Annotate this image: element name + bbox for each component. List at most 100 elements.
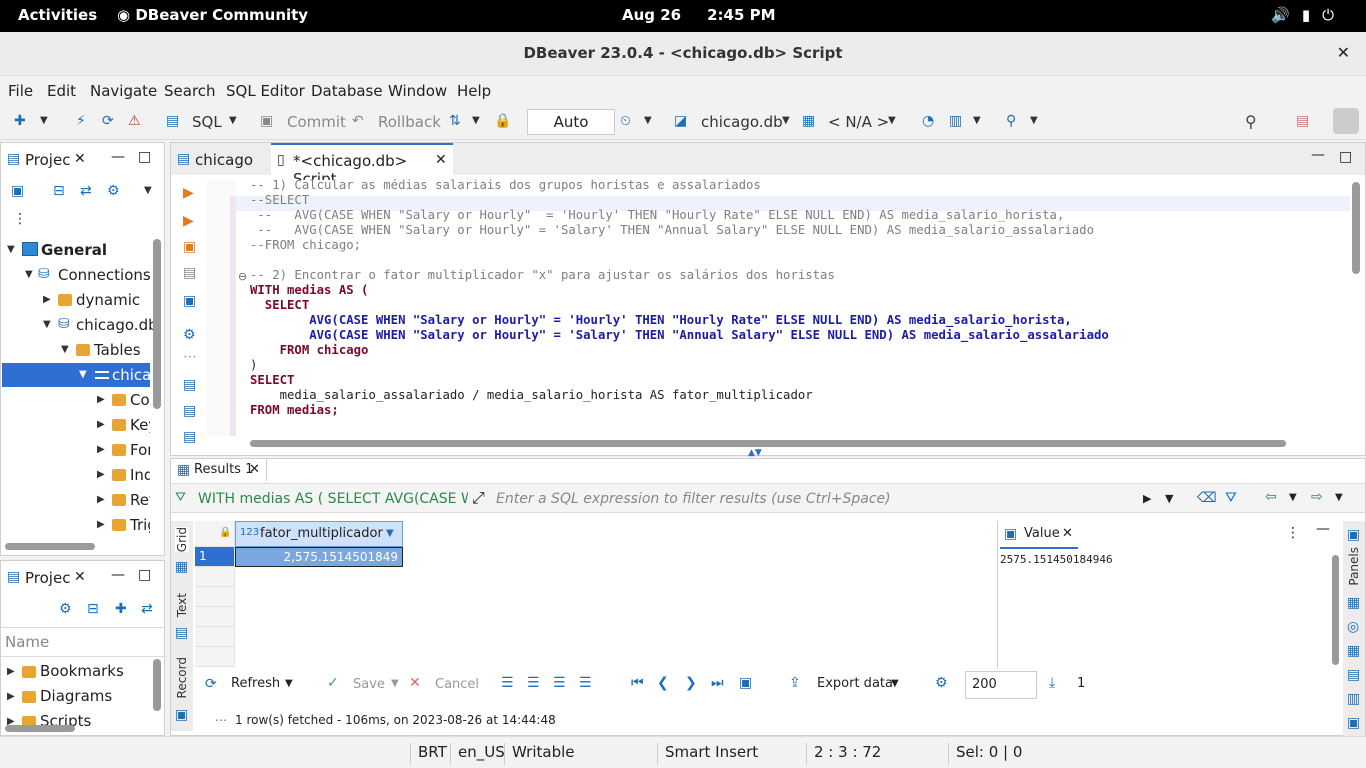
commit-mode-field[interactable]: Auto: [527, 109, 615, 135]
chart-icon[interactable]: ▤: [1347, 667, 1360, 683]
tree-item-foreign-keys[interactable]: For: [130, 441, 150, 459]
format-icon[interactable]: ▤: [183, 429, 196, 445]
filter-history-icon[interactable]: ▼: [1165, 492, 1173, 505]
tree-item-columns[interactable]: Col: [130, 391, 150, 409]
record-view-tab[interactable]: Record: [175, 657, 189, 698]
column-header-fator-multiplicador[interactable]: 123 fator_multiplicador ▼: [235, 521, 403, 547]
tree-vertical-scrollbar[interactable]: [153, 239, 161, 409]
transaction-mode-icon[interactable]: ⇅: [449, 113, 461, 129]
close-icon[interactable]: ✕: [249, 462, 260, 477]
filter-icon[interactable]: ⛛: [1225, 490, 1237, 506]
project-panel-tab[interactable]: ▤ Projec ✕ — □: [1, 143, 164, 175]
copy-row-icon[interactable]: ☰: [553, 675, 566, 691]
tree-item-keys[interactable]: Key: [130, 416, 150, 434]
link-editor-icon[interactable]: ⇄: [141, 601, 153, 617]
forward-icon[interactable]: ⇨: [1311, 489, 1323, 505]
chevron-down-icon[interactable]: ▼: [644, 115, 652, 126]
sort-icon[interactable]: ▼: [386, 528, 394, 539]
layout2-icon[interactable]: ▣: [1347, 715, 1360, 731]
commit-button[interactable]: Commit: [287, 113, 346, 131]
export-data-button[interactable]: Export data: [817, 676, 893, 691]
search-icon[interactable]: ⚲: [1006, 113, 1016, 129]
tree-item-diagrams[interactable]: Diagrams: [40, 687, 112, 705]
tools-icon[interactable]: ▥: [949, 113, 962, 129]
menu-database[interactable]: Database: [311, 82, 383, 100]
expand-icon[interactable]: ▶: [97, 444, 105, 455]
chevron-down-icon[interactable]: ▼: [782, 115, 790, 126]
value-text[interactable]: 2575.151450184946: [1000, 553, 1113, 566]
expand-icon[interactable]: ▶: [7, 691, 15, 702]
system-tray[interactable]: 🔊▮⏻: [1271, 6, 1346, 24]
tree-item-chicago-db[interactable]: chicago.db: [76, 316, 158, 334]
more-icon[interactable]: ⋯: [183, 349, 197, 365]
minimize-icon[interactable]: —: [1316, 521, 1330, 537]
datasource-selector[interactable]: chicago.db: [701, 113, 783, 131]
panels-tab[interactable]: Panels: [1347, 547, 1361, 586]
erase-filter-icon[interactable]: ⌫: [1197, 490, 1217, 506]
collapse-all-icon[interactable]: ⊟: [87, 601, 99, 617]
settings-icon[interactable]: ⚙: [107, 183, 120, 199]
more-icon[interactable]: ⋯: [215, 713, 227, 727]
lock-icon[interactable]: 🔒: [494, 113, 511, 129]
execute-new-tab-icon[interactable]: ▣: [183, 239, 196, 255]
chevron-down-icon[interactable]: ▼: [229, 115, 237, 126]
expand-icon[interactable]: ▶: [97, 519, 105, 530]
horizontal-scrollbar[interactable]: [5, 725, 75, 732]
chevron-down-icon[interactable]: ▼: [1289, 492, 1297, 503]
tree-item-tables[interactable]: Tables: [94, 341, 141, 359]
chevron-down-icon[interactable]: ▼: [888, 115, 896, 126]
tree-item-selected-row[interactable]: ▼ chicago: [2, 363, 150, 387]
back-icon[interactable]: ⇦: [1265, 489, 1277, 505]
close-icon[interactable]: ✕: [1062, 526, 1073, 541]
settings-icon[interactable]: ⚙: [59, 601, 72, 617]
tab-script[interactable]: ▯ *<chicago.db> Script ✕: [271, 143, 453, 188]
close-icon[interactable]: ✕: [74, 569, 86, 585]
activities-button[interactable]: Activities: [18, 6, 97, 24]
project-panel-secondary-tab[interactable]: ▤ Projec ✕ — □: [1, 561, 164, 593]
editor-horizontal-scrollbar[interactable]: [250, 440, 1286, 447]
more-icon[interactable]: ⋮: [1286, 525, 1300, 541]
expand-icon[interactable]: ▶: [7, 666, 15, 677]
dashboard-icon[interactable]: ◔: [922, 113, 934, 129]
menu-edit[interactable]: Edit: [47, 82, 76, 100]
collapse-all-icon[interactable]: ⊟: [53, 183, 65, 199]
new-connection-icon[interactable]: ✚: [14, 113, 26, 129]
tab-chicago[interactable]: ▤ chicago: [171, 143, 271, 175]
result-cell[interactable]: 2,575.1514501849: [235, 547, 403, 567]
tree-item-bookmarks[interactable]: Bookmarks: [40, 662, 124, 680]
next-page-icon[interactable]: ❯: [685, 675, 697, 691]
perspective-icon[interactable]: ▤: [1296, 113, 1309, 129]
chevron-down-icon[interactable]: ▼: [144, 185, 152, 196]
connect-icon[interactable]: ⚡: [76, 113, 86, 129]
settings-icon[interactable]: ⚙: [935, 675, 948, 691]
expand-icon[interactable]: ▼: [25, 269, 33, 280]
expand-icon[interactable]: ▶: [97, 469, 105, 480]
minimize-icon[interactable]: —: [111, 567, 125, 583]
menu-sql-editor[interactable]: SQL Editor: [226, 82, 305, 100]
maximize-icon[interactable]: □: [1339, 149, 1352, 165]
history-icon[interactable]: ⏲: [620, 113, 631, 129]
chevron-down-icon[interactable]: ▼: [391, 678, 399, 689]
dbeaver-perspective-icon[interactable]: [1333, 108, 1359, 134]
results-tab[interactable]: ▦ Results 1 ✕: [171, 459, 267, 481]
grid-icon[interactable]: ▦: [1347, 595, 1360, 611]
expand-icon[interactable]: ▼: [79, 369, 87, 380]
close-window-button[interactable]: ✕: [1337, 43, 1350, 62]
execute-script-icon[interactable]: ▶: [183, 213, 194, 229]
panel-toggle-icon[interactable]: ▣: [1347, 527, 1360, 543]
expand-icon[interactable]: ▼: [7, 244, 15, 255]
chevron-down-icon[interactable]: ▼: [973, 115, 981, 126]
last-page-icon[interactable]: ⏭: [711, 675, 724, 691]
row-number-1[interactable]: 1: [195, 547, 235, 567]
execute-statement-icon[interactable]: ▶: [183, 185, 194, 201]
tree-item-dynamic[interactable]: dynamic: [76, 291, 140, 309]
fetch-all-icon[interactable]: ▣: [739, 675, 752, 691]
chevron-down-icon[interactable]: ▼: [891, 678, 899, 689]
expand-icon[interactable]: ▼: [61, 344, 69, 355]
tree-item-connections[interactable]: Connections: [58, 266, 151, 284]
sql-editor-icon[interactable]: ▤: [166, 113, 179, 129]
refresh-button[interactable]: Refresh: [231, 676, 280, 691]
settings-icon[interactable]: ⚙: [183, 327, 196, 343]
chevron-down-icon[interactable]: ▼: [472, 115, 480, 126]
maximize-icon[interactable]: □: [138, 567, 151, 583]
